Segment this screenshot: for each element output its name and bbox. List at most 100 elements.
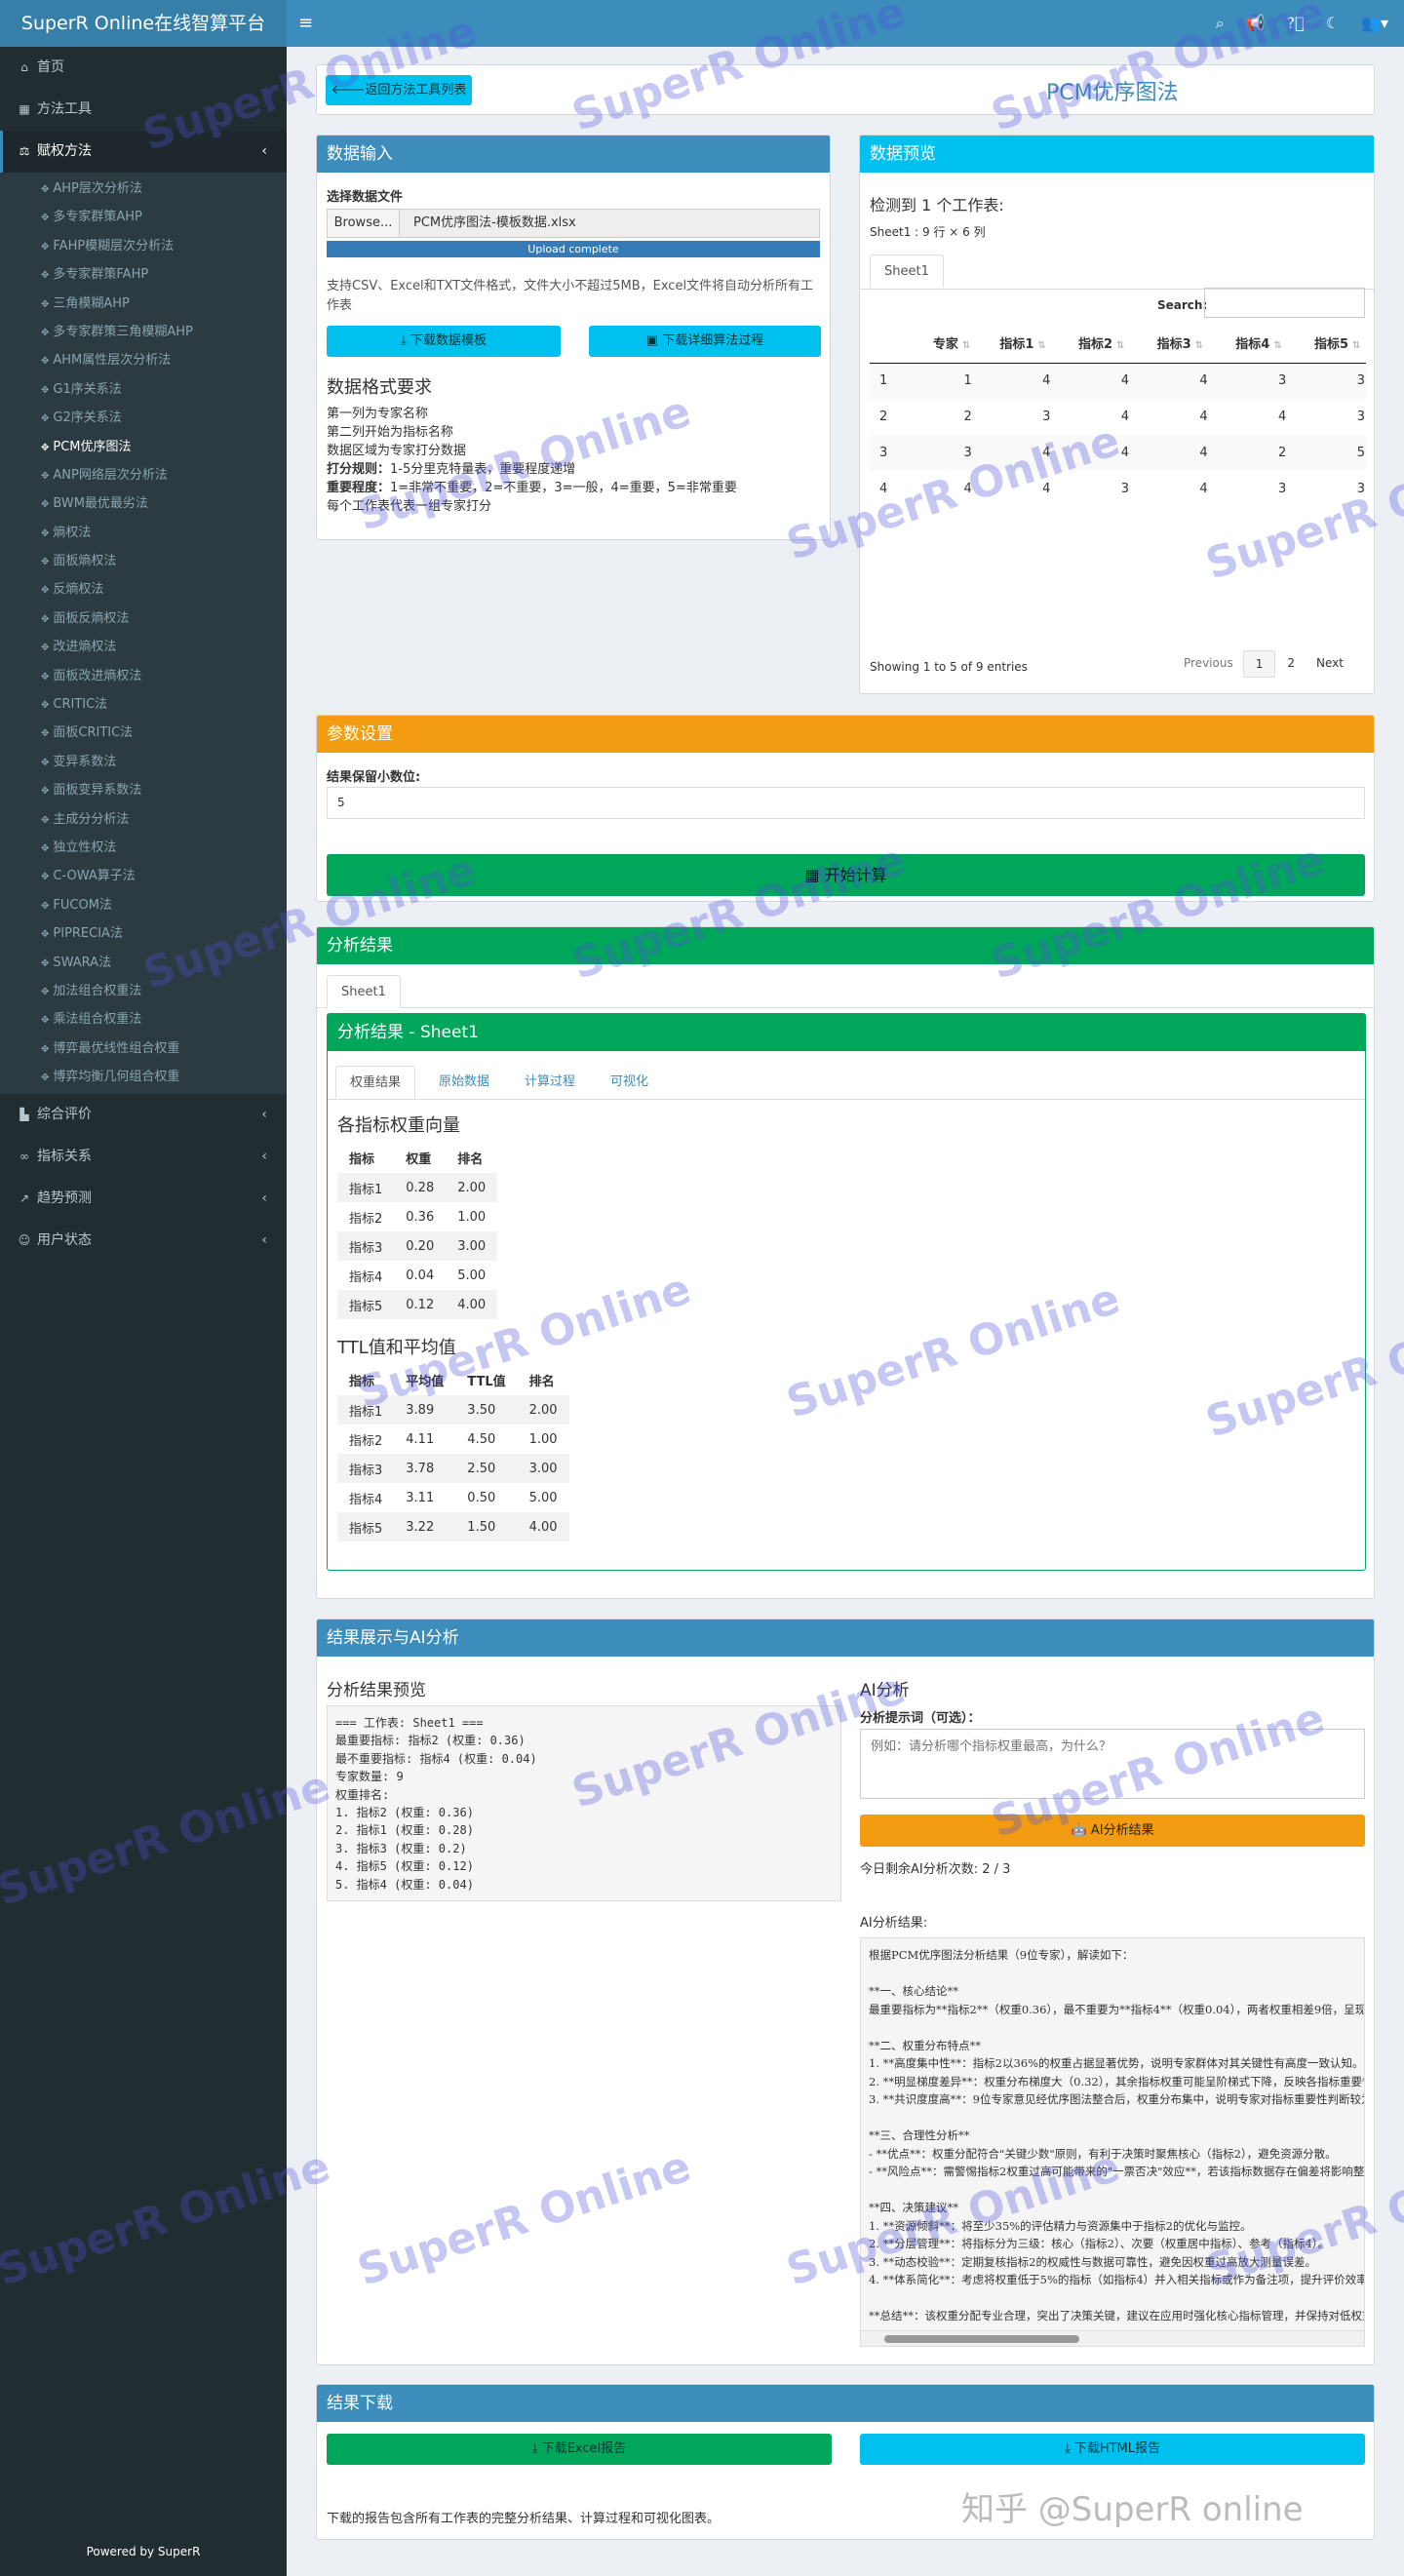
submenu-item[interactable]: ✥ 三角模糊AHP xyxy=(0,290,287,318)
submenu-item[interactable]: ✥ SWARA法 xyxy=(0,949,287,977)
choose-file-label: 选择数据文件 xyxy=(327,190,404,205)
column-header[interactable]: 专家 ⇅ xyxy=(919,324,984,364)
prev-page-button[interactable]: Previous xyxy=(1174,650,1243,678)
column-header[interactable] xyxy=(870,324,920,364)
column-header[interactable]: 指标2 ⇅ xyxy=(1062,324,1142,364)
table-cell: 3.00 xyxy=(517,1454,569,1483)
search-icon[interactable]: ⌕ xyxy=(1216,14,1225,33)
tab-raw-data[interactable]: 原始数据 xyxy=(425,1066,503,1099)
tab-sheet1[interactable]: Sheet1 xyxy=(870,254,944,288)
submenu-item[interactable]: ✥ 面板变异系数法 xyxy=(0,776,287,804)
submenu-item[interactable]: ✥ 多专家群策三角模糊AHP xyxy=(0,318,287,346)
submenu-item[interactable]: ✥ PIPRECIA法 xyxy=(0,919,287,948)
tab-visualization[interactable]: 可视化 xyxy=(597,1066,662,1099)
submenu-item[interactable]: ✥ 加法组合权重法 xyxy=(0,977,287,1005)
submenu-item[interactable]: ✥ 面板CRITIC法 xyxy=(0,719,287,747)
bullhorn-icon[interactable]: 📢 xyxy=(1246,14,1266,33)
table-row: 指标3 0.20 3.00 xyxy=(337,1231,498,1261)
next-page-button[interactable]: Next xyxy=(1306,650,1353,678)
table-cell: 2.00 xyxy=(517,1395,569,1425)
submenu-item[interactable]: ✥ G2序关系法 xyxy=(0,404,287,432)
submenu-item[interactable]: ✥ PCM优序图法 xyxy=(0,433,287,461)
page-2-button[interactable]: 2 xyxy=(1275,650,1306,678)
table-row: 指标4 0.04 5.00 xyxy=(337,1261,497,1290)
decimal-input[interactable]: 5 xyxy=(327,787,1365,819)
browse-button[interactable]: Browse... xyxy=(328,210,400,237)
submenu-item[interactable]: ✥ 乘法组合权重法 xyxy=(0,1005,287,1034)
panel-title: 数据预览 xyxy=(860,136,1374,173)
data-input-panel: 数据输入 选择数据文件 Browse... PCM优序图法-模板数据.xlsx … xyxy=(316,135,831,540)
submenu-item[interactable]: ✥ 博弈最优线性组合权重 xyxy=(0,1034,287,1063)
submenu-item[interactable]: ✥ 反熵权法 xyxy=(0,575,287,604)
submenu-item[interactable]: ✥ BWM最优最劣法 xyxy=(0,489,287,518)
download-detail-button[interactable]: ▣ 下载详细算法过程 xyxy=(589,326,821,357)
submenu-item[interactable]: ✥ AHM属性层次分析法 xyxy=(0,346,287,374)
sidebar-item-user-status[interactable]: ☺ 用户状态 ‹ xyxy=(0,1220,287,1262)
sidebar-item-home[interactable]: ⌂ 首页 xyxy=(0,47,287,89)
puzzle-icon: ✥ xyxy=(41,957,50,969)
submenu-item[interactable]: ✥ 面板反熵权法 xyxy=(0,605,287,633)
results-panel: 分析结果 Sheet1 分析结果 - Sheet1 权重结果 原始数据 计算过程… xyxy=(316,926,1375,1599)
back-button[interactable]: 🡐返回方法工具列表 xyxy=(326,75,472,105)
submenu-item[interactable]: ✥ 变异系数法 xyxy=(0,748,287,776)
horizontal-scrollbar[interactable] xyxy=(861,2330,1364,2346)
menu-icon[interactable]: ≡ xyxy=(298,12,313,35)
submenu-item[interactable]: ✥ FAHP模糊层次分析法 xyxy=(0,232,287,260)
submenu-item[interactable]: ✥ 面板改进熵权法 xyxy=(0,662,287,690)
table-cell: 3 xyxy=(1042,410,1051,424)
submenu-item[interactable]: ✥ 独立性权法 xyxy=(0,834,287,862)
search-input[interactable] xyxy=(1204,288,1365,318)
table-row: 指标1 0.28 2.00 xyxy=(337,1173,498,1202)
column-header: 指标 xyxy=(349,1152,375,1167)
sidebar-item-tools[interactable]: ▦ 方法工具 xyxy=(0,89,287,131)
submenu-item[interactable]: ✥ 多专家群策FAHP xyxy=(0,260,287,289)
download-template-button[interactable]: ⤓ 下载数据模板 xyxy=(327,326,561,357)
submenu-item[interactable]: ✥ 面板熵权法 xyxy=(0,547,287,575)
ai-analyze-button[interactable]: 🤖 AI分析结果 xyxy=(860,1815,1365,1847)
table-cell: 指标3 xyxy=(337,1231,395,1261)
table-cell: 1.50 xyxy=(455,1512,518,1542)
question-icon[interactable]: ?⃝ xyxy=(1287,14,1305,33)
ai-result-box[interactable]: 根据PCM优序图法分析结果（9位专家），解读如下： **一、核心结论** 最重要… xyxy=(860,1937,1365,2347)
download-excel-button[interactable]: ⤓ 下载Excel报告 xyxy=(327,2434,832,2465)
submenu-item[interactable]: ✥ 熵权法 xyxy=(0,519,287,547)
table-cell: 4.00 xyxy=(517,1512,569,1542)
sidebar-item-forecast[interactable]: ↗ 趋势预测 ‹ xyxy=(0,1178,287,1220)
submenu-item[interactable]: ✥ C-OWA算子法 xyxy=(0,862,287,890)
page-1-button[interactable]: 1 xyxy=(1242,650,1276,678)
tab-weights[interactable]: 权重结果 xyxy=(335,1066,416,1099)
download-html-button[interactable]: ⤓ 下载HTML报告 xyxy=(860,2434,1365,2465)
submenu-item[interactable]: ✥ FUCOM法 xyxy=(0,891,287,919)
column-header[interactable]: 指标5 ⇅ xyxy=(1298,324,1366,364)
column-header[interactable]: 指标4 ⇅ xyxy=(1219,324,1299,364)
chevron-left-icon: ‹ xyxy=(261,1106,267,1122)
table-cell: 指标4 xyxy=(349,1269,383,1285)
users-icon[interactable]: 👥▾ xyxy=(1361,14,1388,33)
submenu-item[interactable]: ✥ AHP层次分析法 xyxy=(0,175,287,203)
sidebar-item-relations[interactable]: ∞ 指标关系 ‹ xyxy=(0,1136,287,1178)
submenu-item[interactable]: ✥ 多专家群策AHP xyxy=(0,203,287,231)
submenu-item[interactable]: ✥ 博弈均衡几何组合权重 xyxy=(0,1063,287,1091)
submenu-item[interactable]: ✥ 主成分分析法 xyxy=(0,805,287,834)
tab-calc-process[interactable]: 计算过程 xyxy=(511,1066,589,1099)
submenu-item[interactable]: ✥ 改进熵权法 xyxy=(0,633,287,661)
submenu-item[interactable]: ✥ G1序关系法 xyxy=(0,375,287,404)
moon-icon[interactable]: ☾ xyxy=(1326,14,1340,33)
sidebar-item-weighting[interactable]: ⚖ 赋权方法 ‹ xyxy=(0,131,287,173)
column-header: 权重 xyxy=(406,1152,432,1167)
column-header[interactable]: 指标1 ⇅ xyxy=(983,324,1063,364)
prompt-textarea[interactable] xyxy=(860,1729,1365,1799)
column-header[interactable]: 指标3 ⇅ xyxy=(1141,324,1220,364)
file-input[interactable]: Browse... PCM优序图法-模板数据.xlsx xyxy=(327,209,820,238)
tab-sheet1[interactable]: Sheet1 xyxy=(327,975,401,1008)
scrollbar-thumb[interactable] xyxy=(884,2335,1079,2343)
submenu-item[interactable]: ✥ CRITIC法 xyxy=(0,690,287,719)
start-calc-button[interactable]: ▦ 开始计算 xyxy=(327,854,1365,896)
app-logo[interactable]: SuperR Online在线智算平台 xyxy=(0,0,287,47)
table-cell: 4 xyxy=(1120,410,1130,424)
submenu-item[interactable]: ✥ ANP网络层次分析法 xyxy=(0,461,287,489)
table-cell: 0.28 xyxy=(394,1173,447,1202)
sidebar-item-evaluation[interactable]: ▙ 综合评价 ‹ xyxy=(0,1094,287,1136)
puzzle-icon: ✥ xyxy=(41,986,50,997)
preview-table-wrap: 专家 ⇅ 指标1 ⇅ 指标2 ⇅ 指标3 ⇅ 指标4 ⇅ 指标5 ⇅ 1 1 4 4 4 3 3 2 2 3 4 4 4 3 3 3 4… xyxy=(870,324,1366,497)
